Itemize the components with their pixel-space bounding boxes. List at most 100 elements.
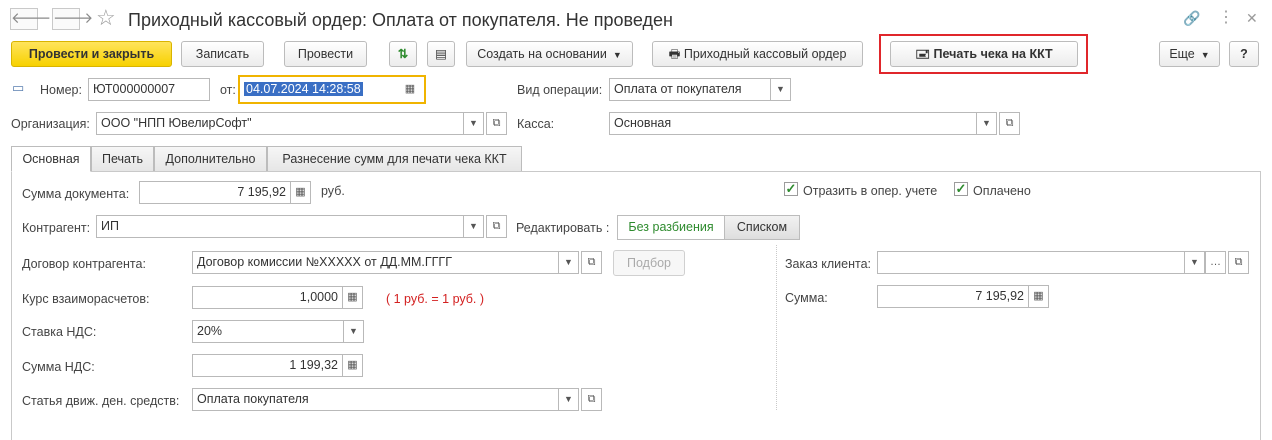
more-button[interactable]: Еще ▼ bbox=[1159, 41, 1220, 67]
open-form-icon: ⧉ bbox=[492, 117, 501, 129]
vat-sum-calc[interactable]: ▦ bbox=[342, 354, 363, 377]
vat-rate-field[interactable]: 20% bbox=[192, 320, 344, 343]
client-order-open[interactable]: ⧉ bbox=[1228, 251, 1249, 274]
more-label: Еще bbox=[1169, 47, 1195, 61]
cash-dropdown[interactable]: ▼ bbox=[976, 112, 997, 135]
tab-print[interactable]: Печать bbox=[91, 146, 154, 172]
sum-field[interactable]: 7 195,92 bbox=[877, 285, 1029, 308]
edit-no-split-button[interactable]: Без разбиения bbox=[617, 215, 725, 240]
link-icon[interactable]: 🔗 bbox=[1183, 8, 1200, 28]
client-order-label: Заказ клиента: bbox=[785, 257, 872, 271]
client-order-select[interactable]: … bbox=[1205, 251, 1226, 274]
cash-label: Касса: bbox=[517, 117, 555, 131]
client-order-field[interactable] bbox=[877, 251, 1185, 274]
rate-field[interactable]: 1,0000 bbox=[192, 286, 343, 309]
chevron-down-icon: ▼ bbox=[564, 257, 573, 267]
counterparty-open[interactable]: ⧉ bbox=[486, 215, 507, 238]
calculator-icon: ▦ bbox=[347, 359, 358, 371]
counterparty-field[interactable]: ИП bbox=[96, 215, 464, 238]
cashflow-open[interactable]: ⧉ bbox=[581, 388, 602, 411]
vat-rate-dropdown[interactable]: ▼ bbox=[343, 320, 364, 343]
doc-sum-field[interactable]: 7 195,92 bbox=[139, 181, 291, 204]
org-dropdown[interactable]: ▼ bbox=[463, 112, 484, 135]
operation-select[interactable]: Оплата от покупателя bbox=[609, 78, 771, 101]
org-open[interactable]: ⧉ bbox=[486, 112, 507, 135]
operation-dropdown[interactable]: ▼ bbox=[770, 78, 791, 101]
back-arrow-icon: 🡐 bbox=[11, 10, 52, 27]
contract-label: Договор контрагента: bbox=[22, 257, 146, 271]
reflect-checkbox[interactable]: ✓ bbox=[784, 182, 798, 196]
help-button[interactable]: ? bbox=[1229, 41, 1259, 67]
edit-list-button[interactable]: Списком bbox=[724, 215, 800, 240]
back-button[interactable]: 🡐 bbox=[10, 8, 51, 30]
tab-distribution[interactable]: Разнесение сумм для печати чека ККТ bbox=[267, 146, 522, 172]
rate-label: Курс взаиморасчетов: bbox=[22, 292, 150, 306]
cashflow-field[interactable]: Оплата покупателя bbox=[192, 388, 559, 411]
number-field[interactable]: ЮТ000000007 bbox=[88, 78, 210, 101]
open-form-icon: ⧉ bbox=[492, 220, 501, 232]
print-kkt-button[interactable]: 🖃 Печать чека на ККТ bbox=[890, 41, 1078, 67]
print-kkt-label: Печать чека на ККТ bbox=[933, 47, 1053, 61]
tab-additional[interactable]: Дополнительно bbox=[154, 146, 267, 172]
pick-button[interactable]: Подбор bbox=[613, 250, 685, 276]
favorite-star-icon[interactable]: ☆ bbox=[96, 6, 116, 30]
save-button[interactable]: Записать bbox=[181, 41, 264, 67]
journal-button[interactable]: ▤ bbox=[427, 41, 455, 67]
cash-open[interactable]: ⧉ bbox=[999, 112, 1020, 135]
rate-calc[interactable]: ▦ bbox=[342, 286, 363, 309]
tab-main[interactable]: Основная bbox=[11, 146, 91, 172]
open-form-icon: ⧉ bbox=[1234, 256, 1243, 268]
cashflow-dropdown[interactable]: ▼ bbox=[558, 388, 579, 411]
vat-rate-label: Ставка НДС: bbox=[22, 325, 97, 339]
chevron-down-icon: ▼ bbox=[1190, 257, 1199, 267]
date-field[interactable]: 04.07.2024 14:28:58 bbox=[238, 75, 426, 104]
counterparty-dropdown[interactable]: ▼ bbox=[463, 215, 484, 238]
paid-label: Оплачено bbox=[973, 184, 1031, 198]
create-based-on-label: Создать на основании bbox=[477, 47, 607, 61]
structure-button[interactable]: ⇅ bbox=[389, 41, 417, 67]
chevron-down-icon: ▼ bbox=[469, 221, 478, 231]
doc-sum-calc[interactable]: ▦ bbox=[290, 181, 311, 204]
chevron-down-icon: ▼ bbox=[776, 84, 785, 94]
org-label: Организация: bbox=[11, 117, 90, 131]
contract-open[interactable]: ⧉ bbox=[581, 251, 602, 274]
calculator-icon: ▦ bbox=[295, 186, 306, 198]
cash-field[interactable]: Основная bbox=[609, 112, 977, 135]
open-form-icon: ⧉ bbox=[1005, 117, 1014, 129]
doc-sum-label: Сумма документа: bbox=[22, 187, 130, 201]
print-receipt-order-label: Приходный кассовый ордер bbox=[683, 47, 847, 61]
contract-field[interactable]: Договор комиссии №XXXXX от ДД.ММ.ГГГГ bbox=[192, 251, 559, 274]
sum-calc[interactable]: ▦ bbox=[1028, 285, 1049, 308]
edit-label: Редактировать : bbox=[516, 221, 610, 235]
document-icon: ▤ bbox=[435, 47, 447, 61]
contract-dropdown[interactable]: ▼ bbox=[558, 251, 579, 274]
calculator-icon: ▦ bbox=[1033, 290, 1044, 302]
forward-arrow-icon: 🡒 bbox=[53, 10, 94, 27]
chevron-down-icon: ▼ bbox=[564, 394, 573, 404]
post-and-close-button[interactable]: Провести и закрыть bbox=[11, 41, 172, 67]
create-based-on-button[interactable]: Создать на основании ▼ bbox=[466, 41, 633, 67]
printer-icon: 🖶 bbox=[668, 47, 681, 61]
close-icon[interactable]: ✕ bbox=[1246, 8, 1258, 28]
kebab-menu-icon[interactable]: ⋮ bbox=[1218, 8, 1234, 28]
number-label: Номер: bbox=[40, 83, 82, 97]
chevron-down-icon: ▼ bbox=[982, 118, 991, 128]
window-title: Приходный кассовый ордер: Оплата от поку… bbox=[128, 10, 673, 30]
open-form-icon: ⧉ bbox=[587, 393, 596, 405]
org-field[interactable]: ООО "НПП ЮвелирСофт" bbox=[96, 112, 464, 135]
paid-checkbox[interactable]: ✓ bbox=[954, 182, 968, 196]
date-label: от: bbox=[220, 83, 236, 97]
structure-icon: ⇅ bbox=[397, 47, 409, 61]
post-button[interactable]: Провести bbox=[284, 41, 367, 67]
vat-sum-field[interactable]: 1 199,32 bbox=[192, 354, 343, 377]
print-receipt-order-button[interactable]: 🖶 Приходный кассовый ордер bbox=[652, 41, 863, 67]
client-order-dropdown[interactable]: ▼ bbox=[1184, 251, 1205, 274]
cash-register-icon: 🖃 bbox=[915, 47, 930, 61]
forward-button[interactable]: 🡒 bbox=[52, 8, 93, 30]
sum-label: Сумма: bbox=[785, 291, 828, 305]
cashflow-label: Статья движ. ден. средств: bbox=[22, 394, 180, 408]
date-value: 04.07.2024 14:28:58 bbox=[244, 82, 363, 96]
chevron-down-icon: ▼ bbox=[612, 50, 622, 60]
calendar-icon[interactable]: ▦ bbox=[400, 79, 420, 100]
chevron-down-icon: ▼ bbox=[349, 326, 358, 336]
